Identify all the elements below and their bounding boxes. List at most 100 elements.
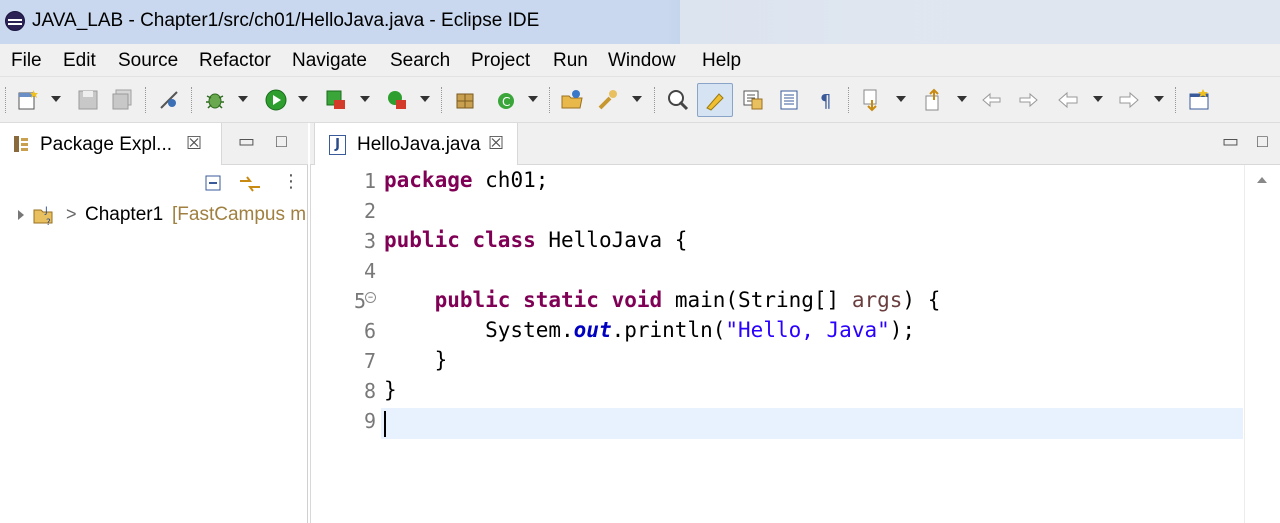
svg-text:¶: ¶ bbox=[820, 91, 831, 112]
project-name: Chapter1 bbox=[85, 204, 164, 225]
fold-collapse-icon[interactable]: − bbox=[365, 292, 376, 303]
forward-icon[interactable] bbox=[1117, 88, 1141, 112]
code-text: .println( bbox=[611, 318, 726, 342]
run-icon[interactable] bbox=[264, 88, 288, 112]
maximize-icon[interactable]: □ bbox=[1257, 131, 1268, 152]
collapse-all-icon[interactable] bbox=[203, 173, 225, 195]
search-icon[interactable] bbox=[596, 88, 620, 112]
menu-refactor[interactable]: Refactor bbox=[199, 50, 271, 72]
new-class-dropdown-icon[interactable] bbox=[528, 96, 538, 102]
new-dropdown-icon[interactable] bbox=[51, 96, 61, 102]
editor-area: J HelloJava.java ☒ ▭ □ 1 2 3 4 5 − 6 7 8… bbox=[310, 123, 1280, 523]
link-with-editor-icon[interactable] bbox=[238, 173, 262, 195]
code-line-6[interactable]: System.out.println("Hello, Java"); bbox=[384, 318, 915, 342]
toolbar-separator bbox=[441, 87, 443, 113]
menu-run[interactable]: Run bbox=[553, 50, 588, 72]
next-annotation-icon[interactable] bbox=[860, 88, 884, 112]
open-type-icon[interactable] bbox=[560, 88, 584, 112]
code-text: ) { bbox=[902, 288, 941, 312]
maximize-icon[interactable]: □ bbox=[276, 131, 287, 152]
window-title: JAVA_LAB - Chapter1/src/ch01/HelloJava.j… bbox=[32, 10, 540, 31]
line-number: 2 bbox=[363, 199, 376, 223]
package-explorer-icon bbox=[14, 136, 28, 152]
line-number: 1 bbox=[363, 169, 376, 193]
code-line-8[interactable]: } bbox=[384, 378, 397, 402]
svg-text:C: C bbox=[502, 95, 510, 109]
static-field: out bbox=[573, 318, 612, 342]
menu-navigate[interactable]: Navigate bbox=[292, 50, 367, 72]
code-line-3[interactable]: public class HelloJava { bbox=[384, 228, 687, 252]
debug-icon[interactable] bbox=[203, 88, 227, 112]
block-selection-icon[interactable] bbox=[741, 88, 765, 112]
code-line-7[interactable]: } bbox=[384, 348, 448, 372]
menu-search[interactable]: Search bbox=[390, 50, 450, 72]
main-toolbar: C ¶ bbox=[0, 77, 1280, 123]
line-number: 4 bbox=[363, 259, 376, 283]
expand-arrow-icon[interactable] bbox=[18, 210, 24, 220]
toggle-breadcrumb-icon[interactable] bbox=[666, 88, 690, 112]
menu-edit[interactable]: Edit bbox=[63, 50, 96, 72]
new-java-package-icon[interactable] bbox=[453, 88, 477, 112]
search-dropdown-icon[interactable] bbox=[632, 96, 642, 102]
line-number: 8 bbox=[363, 379, 376, 403]
show-whitespace-icon[interactable]: ¶ bbox=[814, 88, 838, 112]
minimize-icon[interactable]: ▭ bbox=[238, 131, 255, 152]
run-external-tools-icon[interactable] bbox=[385, 88, 409, 112]
skip-breakpoints-icon[interactable] bbox=[157, 88, 181, 112]
code-line-5[interactable]: public static void main(String[] args) { bbox=[384, 288, 941, 312]
code-text: } bbox=[384, 348, 448, 372]
line-number: 9 bbox=[363, 409, 376, 433]
view-menu-icon[interactable]: ⋮ bbox=[282, 171, 300, 192]
minimize-icon[interactable]: ▭ bbox=[1222, 131, 1239, 152]
code-text: HelloJava { bbox=[535, 228, 688, 252]
open-perspective-icon[interactable] bbox=[1187, 88, 1211, 112]
editor-tab-label: HelloJava.java bbox=[357, 134, 481, 155]
debug-dropdown-icon[interactable] bbox=[238, 96, 248, 102]
menu-help[interactable]: Help bbox=[702, 50, 741, 72]
toolbar-separator bbox=[848, 87, 850, 113]
forward-dropdown-icon[interactable] bbox=[1154, 96, 1164, 102]
keyword: package bbox=[384, 168, 473, 192]
editor-gutter bbox=[310, 165, 311, 523]
keyword: public bbox=[434, 288, 511, 312]
package-explorer-panel: Package Expl... ☒ ▭ □ ⋮ J? > Chapter1 [F… bbox=[0, 123, 308, 523]
tree-item-project[interactable]: J? > Chapter1 [FastCampus m bbox=[0, 201, 308, 229]
tab-package-explorer[interactable]: Package Expl... ☒ bbox=[0, 123, 222, 165]
save-icon[interactable] bbox=[76, 88, 100, 112]
external-tools-dropdown-icon[interactable] bbox=[420, 96, 430, 102]
back-dropdown-icon[interactable] bbox=[1093, 96, 1103, 102]
previous-annotation-icon[interactable] bbox=[922, 88, 946, 112]
run-dropdown-icon[interactable] bbox=[298, 96, 308, 102]
code-line-1[interactable]: package ch01; bbox=[384, 168, 548, 192]
word-wrap-icon[interactable] bbox=[777, 88, 801, 112]
title-bar-background bbox=[680, 0, 1280, 44]
vertical-scrollbar[interactable] bbox=[1244, 165, 1280, 523]
menu-file[interactable]: File bbox=[11, 50, 42, 72]
save-all-icon[interactable] bbox=[110, 88, 134, 112]
next-annotation-dropdown-icon[interactable] bbox=[896, 96, 906, 102]
new-icon[interactable] bbox=[16, 88, 40, 112]
package-explorer-tabbar: Package Expl... ☒ ▭ □ bbox=[0, 123, 308, 165]
menu-window[interactable]: Window bbox=[608, 50, 676, 72]
last-edit-location-icon[interactable] bbox=[980, 88, 1004, 112]
coverage-icon[interactable] bbox=[324, 88, 348, 112]
new-java-class-icon[interactable]: C bbox=[494, 88, 518, 112]
toolbar-separator bbox=[654, 87, 656, 113]
previous-annotation-dropdown-icon[interactable] bbox=[957, 96, 967, 102]
string-literal: "Hello, Java" bbox=[725, 318, 890, 342]
tab-hellojava[interactable]: J HelloJava.java ☒ bbox=[314, 123, 518, 165]
code-text: main(String[] bbox=[662, 288, 852, 312]
menu-project[interactable]: Project bbox=[471, 50, 530, 72]
last-edit-forward-icon[interactable] bbox=[1016, 88, 1040, 112]
close-icon[interactable]: ☒ bbox=[488, 133, 504, 154]
coverage-dropdown-icon[interactable] bbox=[360, 96, 370, 102]
toolbar-separator bbox=[5, 87, 7, 113]
back-icon[interactable] bbox=[1056, 88, 1080, 112]
mark-occurrences-icon[interactable] bbox=[703, 88, 727, 112]
menu-source[interactable]: Source bbox=[118, 50, 178, 72]
java-file-icon: J bbox=[329, 135, 346, 155]
close-icon[interactable]: ☒ bbox=[186, 133, 202, 154]
scroll-up-icon[interactable] bbox=[1257, 177, 1267, 183]
code-text: } bbox=[384, 378, 397, 402]
keyword: static bbox=[523, 288, 599, 312]
